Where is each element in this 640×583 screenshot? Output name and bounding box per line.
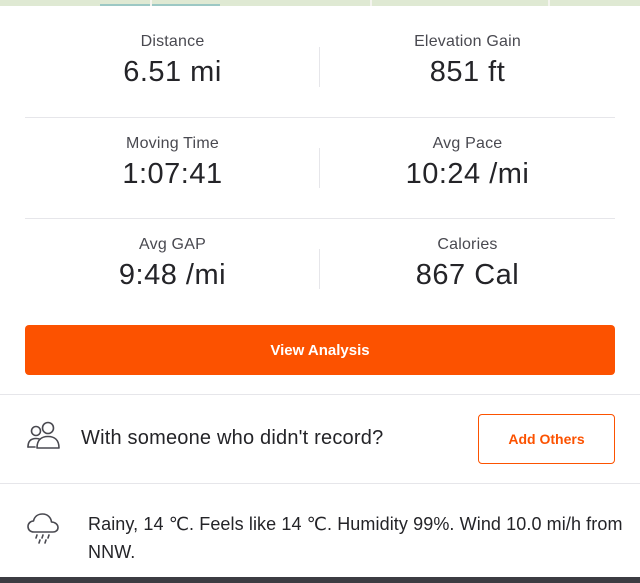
- bottom-bar: [0, 577, 640, 583]
- activity-stats: Distance 6.51 mi Elevation Gain 851 ft M…: [25, 17, 615, 320]
- weather-summary: Rainy, 14 ℃. Feels like 14 ℃. Humidity 9…: [88, 514, 623, 562]
- stat-value: 851 ft: [429, 56, 506, 88]
- divider: [319, 47, 320, 87]
- map-road: [150, 0, 152, 6]
- stat-elevation-gain: Elevation Gain 851 ft: [320, 17, 615, 117]
- people-icon: [27, 421, 60, 449]
- stat-label: Moving Time: [126, 135, 219, 152]
- stat-label: Calories: [437, 236, 498, 253]
- with-others-section: With someone who didn't record? Add Othe…: [0, 395, 640, 483]
- stat-distance: Distance 6.51 mi: [25, 17, 320, 117]
- stat-avg-gap: Avg GAP 9:48 /mi: [25, 219, 320, 320]
- stat-row: Distance 6.51 mi Elevation Gain 851 ft: [25, 17, 615, 118]
- map-road: [370, 0, 372, 6]
- stat-value: 9:48 /mi: [118, 259, 227, 291]
- divider: [319, 148, 320, 188]
- with-others-prompt: With someone who didn't record?: [81, 427, 384, 449]
- map-road: [548, 0, 550, 6]
- stat-label: Avg GAP: [139, 236, 206, 253]
- stat-row: Avg GAP 9:48 /mi Calories 867 Cal: [25, 219, 615, 320]
- stat-moving-time: Moving Time 1:07:41: [25, 118, 320, 218]
- stat-label: Elevation Gain: [414, 33, 521, 50]
- stat-value: 10:24 /mi: [405, 158, 530, 190]
- stat-avg-pace: Avg Pace 10:24 /mi: [320, 118, 615, 218]
- add-others-button[interactable]: Add Others: [478, 414, 615, 464]
- rain-cloud-icon: [27, 513, 59, 544]
- view-analysis-button[interactable]: View Analysis: [25, 325, 615, 375]
- map-preview[interactable]: [0, 0, 640, 6]
- divider: [319, 249, 320, 289]
- stat-label: Avg Pace: [432, 135, 503, 152]
- stat-value: 6.51 mi: [123, 56, 222, 88]
- stat-row: Moving Time 1:07:41 Avg Pace 10:24 /mi: [25, 118, 615, 219]
- stat-value: 1:07:41: [122, 158, 223, 190]
- stat-calories: Calories 867 Cal: [320, 219, 615, 320]
- map-trail: [100, 0, 220, 6]
- stat-label: Distance: [140, 33, 205, 50]
- stat-value: 867 Cal: [415, 259, 520, 291]
- weather-section: Rainy, 14 ℃. Feels like 14 ℃. Humidity 9…: [0, 484, 640, 577]
